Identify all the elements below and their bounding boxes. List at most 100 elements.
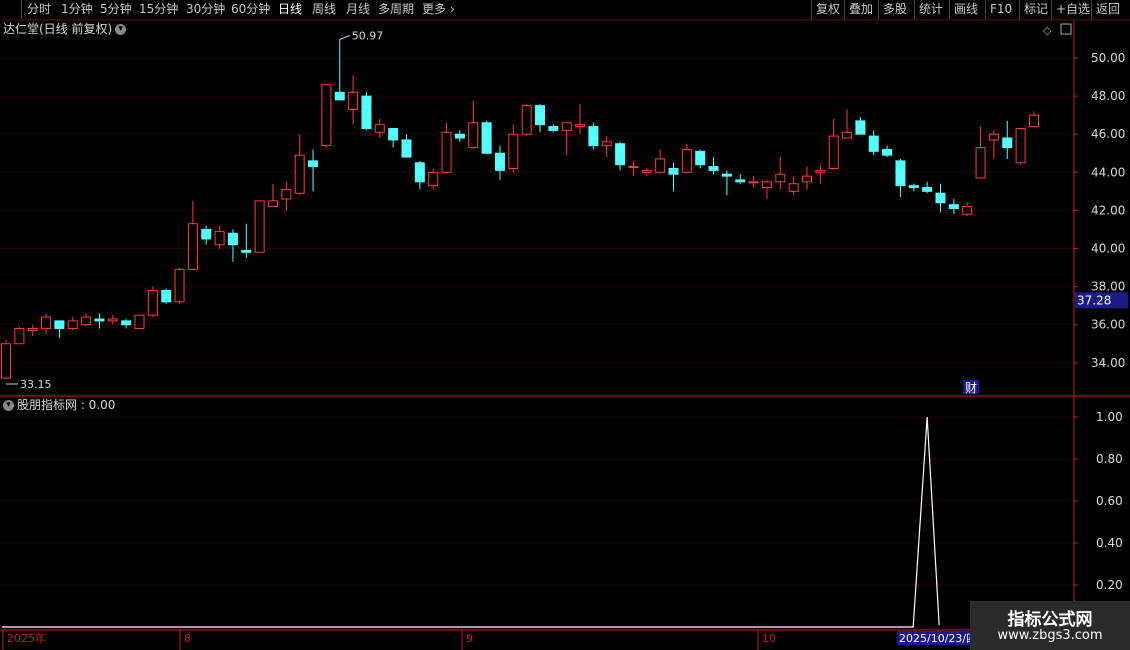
- stats-button[interactable]: 统计: [919, 1, 943, 18]
- candle-body-up: [842, 131, 853, 139]
- toolbar-divider: [811, 0, 812, 19]
- price-tick-label: 44.00: [1091, 165, 1125, 179]
- indicator-title-text: 股朋指标网 : 0.00: [17, 398, 116, 412]
- candle-body-down: [161, 289, 172, 303]
- f10-button[interactable]: F10: [990, 1, 1012, 18]
- candle-body-down: [948, 204, 959, 209]
- tab-period-5min[interactable]: 5分钟: [100, 1, 132, 18]
- tab-period-weekly[interactable]: 周线: [312, 1, 336, 18]
- tab-period-1min[interactable]: 1分钟: [61, 1, 93, 18]
- candle-body-up: [268, 200, 278, 208]
- chart-title: 达仁堂(日线 前复权) ▾: [3, 21, 127, 37]
- tab-period-multi[interactable]: 多周期: [378, 1, 414, 18]
- candle-body-down: [241, 249, 252, 253]
- price-tick-label: 46.00: [1091, 127, 1125, 141]
- candle-body-up: [521, 105, 532, 135]
- candle-body-up: [641, 169, 652, 173]
- candle-body-down: [695, 150, 706, 166]
- finance-marker-badge: [963, 380, 979, 394]
- candle-body-up: [988, 133, 999, 141]
- candle-body-down: [708, 166, 719, 171]
- price-tick-label: 36.00: [1091, 318, 1125, 332]
- draw-line-button[interactable]: 画线: [954, 1, 978, 18]
- tab-period-15min[interactable]: 15分钟: [139, 1, 178, 18]
- mark-button[interactable]: 标记: [1024, 1, 1048, 18]
- candle-body-up: [761, 181, 772, 189]
- candle-body-up: [321, 84, 332, 147]
- tab-period-daily[interactable]: 日线: [278, 1, 302, 18]
- toolbar-divider: [1019, 0, 1020, 19]
- candle-body-up: [802, 175, 812, 183]
- price-tick-label: 42.00: [1091, 203, 1125, 217]
- chart-title-text: 达仁堂(日线 前复权): [3, 22, 113, 36]
- tab-period-30min[interactable]: 30分钟: [186, 1, 225, 18]
- indicator-options-icon[interactable]: ▾: [3, 400, 14, 411]
- candle-body-up: [962, 206, 973, 215]
- candle-body-up: [428, 171, 439, 187]
- fuquan-button[interactable]: 复权: [816, 1, 840, 18]
- candle-body-up: [81, 316, 92, 326]
- candle-body-down: [935, 192, 946, 204]
- candle-body-up: [1, 343, 11, 379]
- cursor-date-badge: [897, 631, 970, 645]
- add-watchlist-button[interactable]: +自选: [1056, 1, 1090, 18]
- candle-body-up: [681, 148, 692, 173]
- candle-body-down: [481, 122, 492, 154]
- candle-body-down: [882, 148, 893, 156]
- x-label-year: 2025年: [7, 631, 46, 645]
- candle-body-down: [908, 185, 919, 189]
- max-pointer: [339, 35, 350, 40]
- finance-marker-label: 财: [965, 381, 977, 395]
- toolbar-divider: [21, 0, 22, 19]
- candle-body-down: [94, 318, 105, 322]
- candle-body-up: [254, 200, 265, 253]
- candle-body-up: [107, 318, 118, 322]
- watermark-url: www.zbgs3.com: [997, 628, 1103, 643]
- x-label-aug: 8: [184, 632, 191, 645]
- chart-options-icon[interactable]: ▾: [115, 24, 127, 35]
- indicator-title: ▾ 股朋指标网 : 0.00: [3, 397, 115, 413]
- more-chevron-icon[interactable]: ›: [450, 1, 455, 18]
- toolbar-divider: [1091, 0, 1092, 19]
- candle-body-down: [494, 152, 505, 171]
- candle-body-down: [334, 91, 345, 101]
- candle-body-up: [281, 188, 292, 200]
- candle-body-up: [828, 135, 839, 169]
- price-tick-label: 34.00: [1091, 356, 1125, 370]
- max-price-label: 50.97: [352, 30, 384, 43]
- candle-body-up: [214, 230, 225, 246]
- tab-period-monthly[interactable]: 月线: [346, 1, 370, 18]
- candle-body-up: [147, 289, 158, 316]
- toolbar-divider: [1051, 0, 1052, 19]
- tab-period-more[interactable]: 更多: [422, 1, 446, 18]
- candle-body-down: [615, 143, 626, 166]
- candle-body-down: [388, 127, 399, 141]
- price-tick-label: 50.00: [1091, 51, 1125, 65]
- indicator-line: [2, 416, 940, 628]
- candle-body-up: [748, 181, 759, 184]
- toolbar-divider: [949, 0, 950, 19]
- tab-period-60min[interactable]: 60分钟: [231, 1, 270, 18]
- candle-body-up: [975, 147, 986, 179]
- panel-toggle-icon: [1060, 23, 1072, 35]
- candle-body-down: [735, 179, 746, 183]
- candle-body-up: [601, 141, 612, 147]
- candle-body-down: [868, 135, 879, 152]
- candle-body-down: [121, 320, 132, 326]
- period-toolbar: 分时 1分钟 5分钟 15分钟 30分钟 60分钟 日线 周线 月线 多周期 更多 › 复权 叠加 多股 统计…: [0, 0, 1130, 20]
- min-price-label: 33.15: [20, 378, 52, 391]
- price-tick-label: 40.00: [1091, 242, 1125, 256]
- watermark: 指标公式网 www.zbgs3.com: [970, 601, 1130, 650]
- candle-body-down: [308, 160, 319, 168]
- candle-body-down: [668, 167, 679, 175]
- overlay-button[interactable]: 叠加: [849, 1, 873, 18]
- indicator-tick-label: 1.00: [1096, 410, 1123, 424]
- current-price-label: 37.28: [1077, 293, 1111, 307]
- price-tick-label: 38.00: [1091, 280, 1125, 294]
- toolbar-divider: [878, 0, 879, 19]
- candle-body-up: [508, 133, 519, 169]
- tab-period-fenshi[interactable]: 分时: [27, 1, 51, 18]
- indicator-tick-label: 0.60: [1096, 494, 1123, 508]
- multi-stock-button[interactable]: 多股: [883, 1, 907, 18]
- back-button[interactable]: 返回: [1096, 1, 1120, 18]
